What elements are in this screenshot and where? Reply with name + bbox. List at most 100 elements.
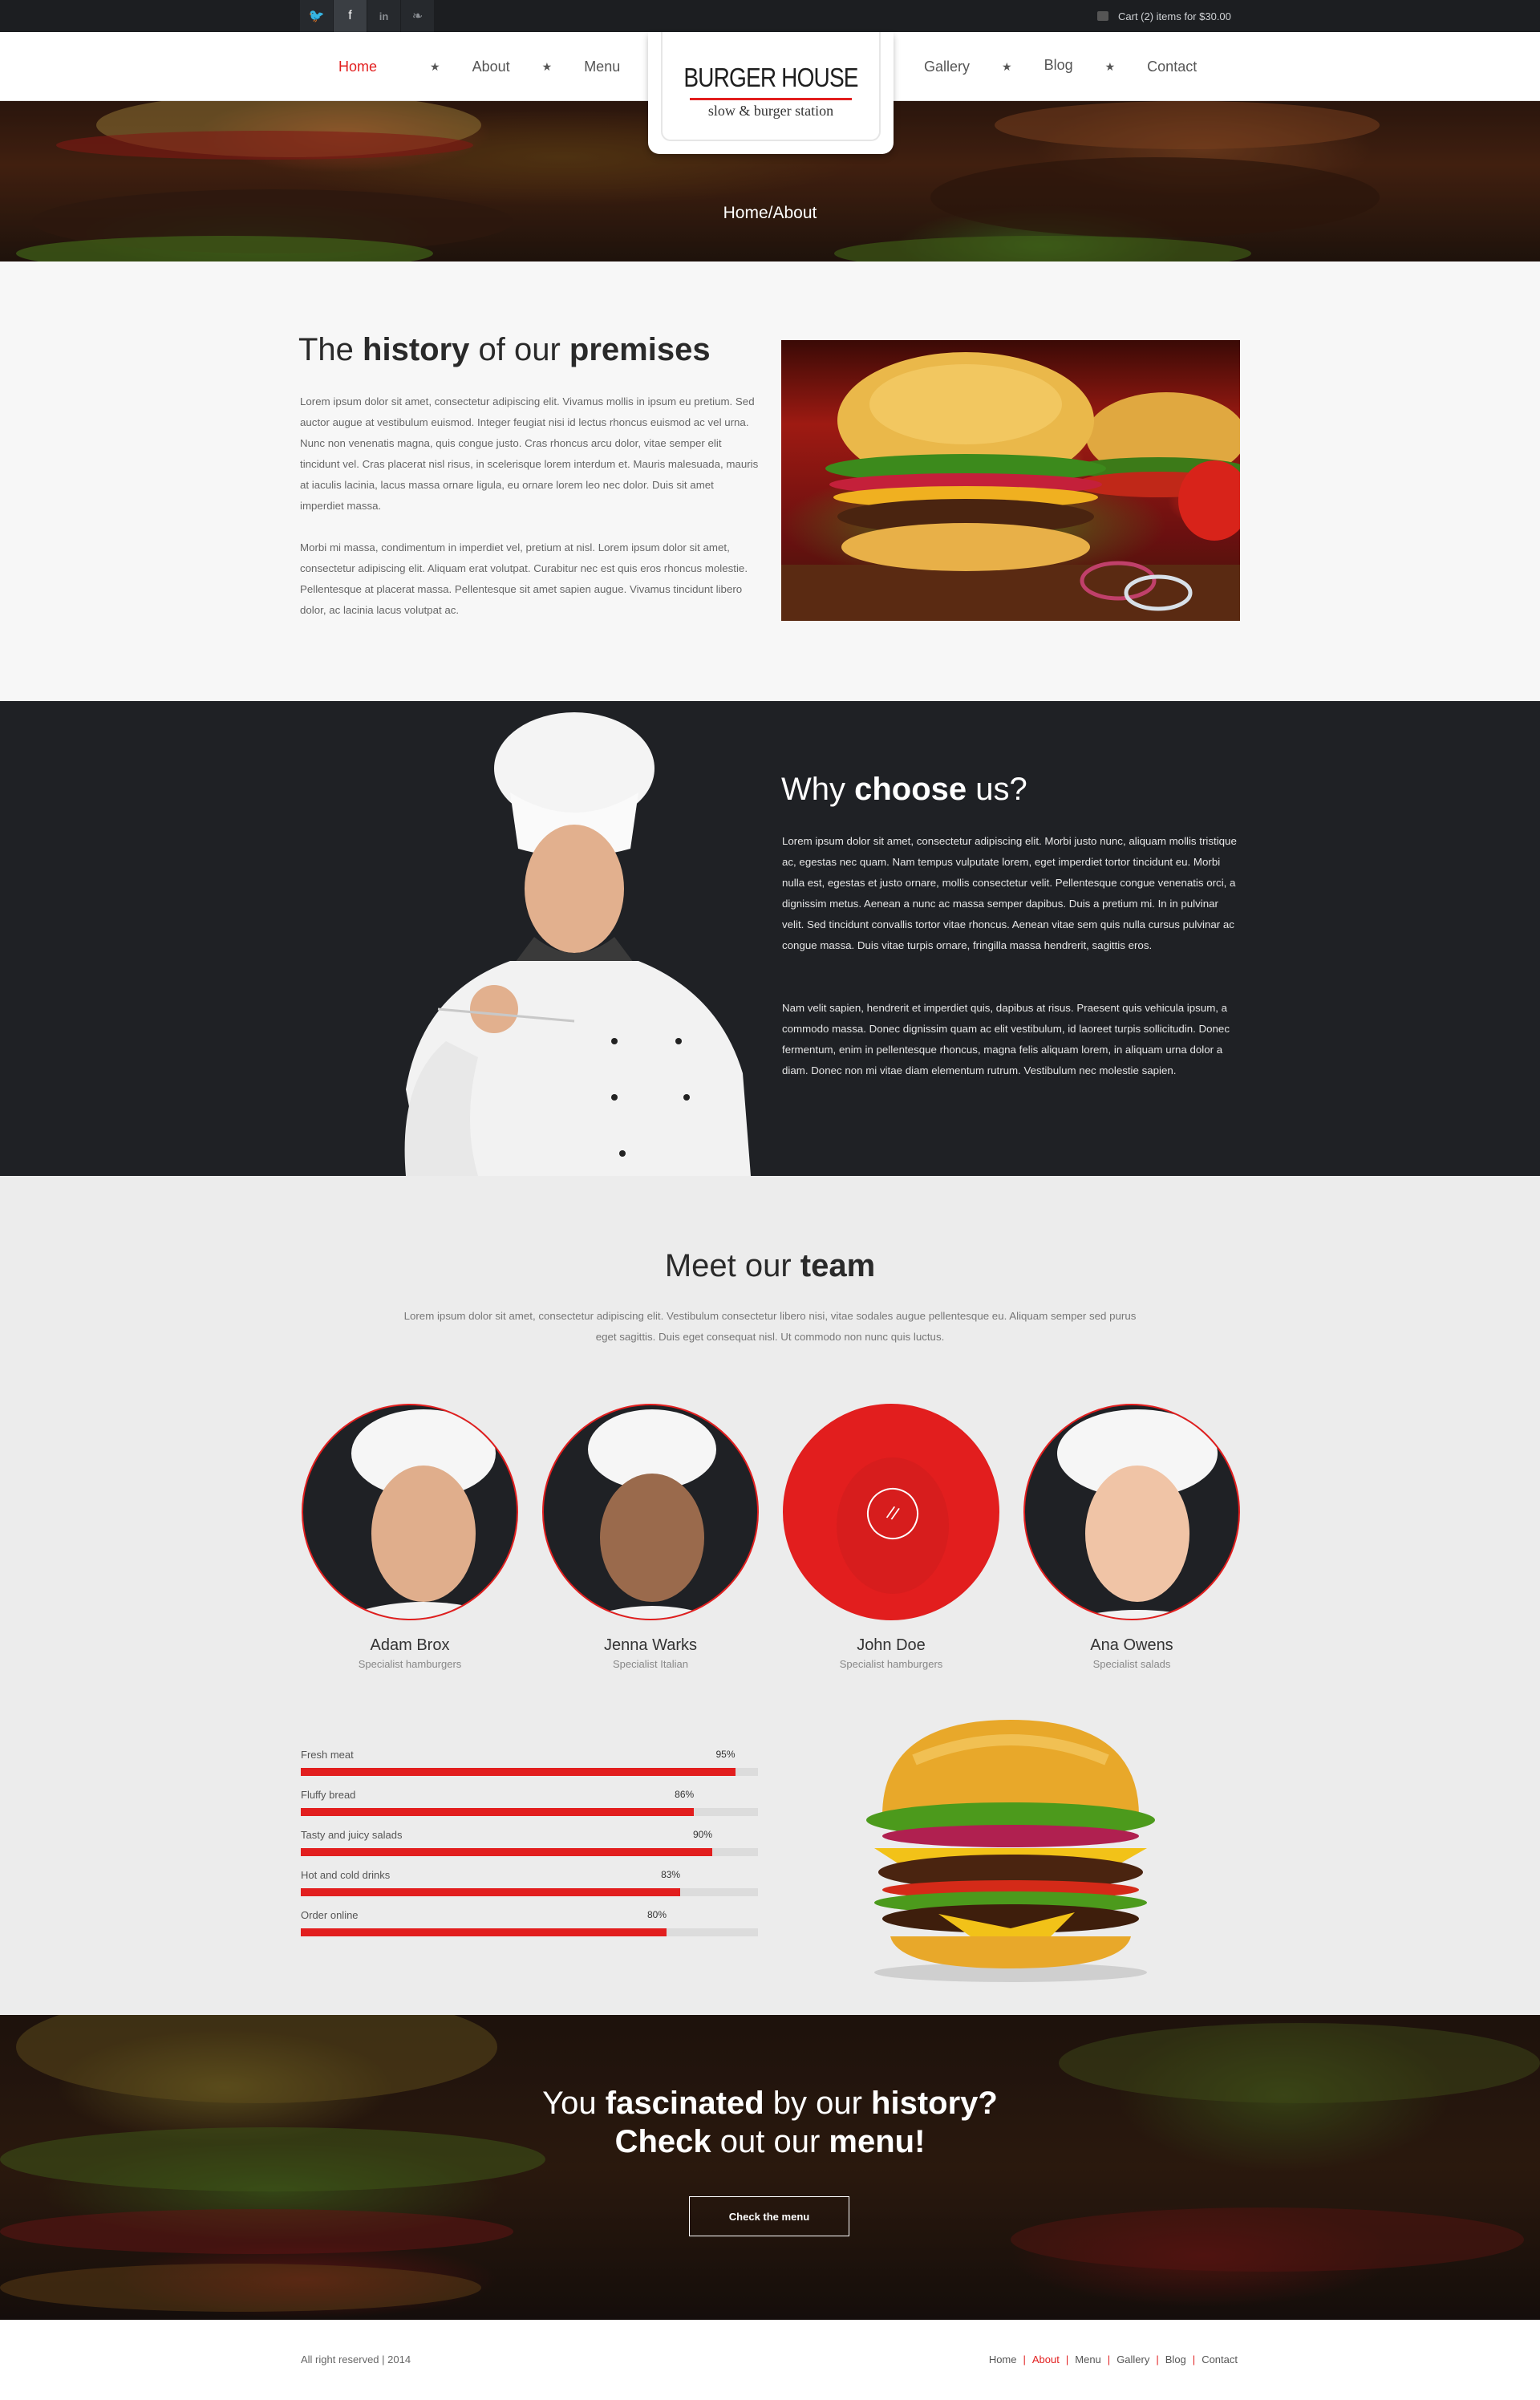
history-heading: The history of our premises [298,332,711,368]
skill-percent: 95% [715,1749,736,1760]
history-paragraph-2: Morbi mi massa, condimentum in imperdiet… [300,541,748,616]
cart-icon [1097,11,1108,21]
cta-background-image [0,2015,1540,2320]
copyright: All right reserved | 2014 [301,2353,411,2366]
logo-subtitle: slow & burger station [707,103,834,119]
logo[interactable]: BURGER HOUSE slow & burger station [648,32,894,154]
skill-track [301,1768,758,1776]
skill-fill [301,1768,736,1776]
skill-bar: Fluffy bread 86% [301,1789,758,1821]
footer-link-about[interactable]: About [1032,2353,1060,2366]
team-section [0,1176,1540,2015]
skill-bar: Tasty and juicy salads 90% [301,1829,758,1861]
skill-bar: Hot and cold drinks 83% [301,1869,758,1901]
footer-link-menu[interactable]: Menu [1075,2353,1101,2366]
chef-photo [374,704,757,1176]
skill-track [301,1928,758,1936]
skill-fill [301,1888,681,1896]
skill-fill [301,1928,667,1936]
heading-bold: history [363,332,470,367]
member-name: John Doe [857,1636,926,1654]
footer-link-home[interactable]: Home [989,2353,1017,2366]
nav-menu[interactable]: Menu [584,59,620,75]
team-member-card[interactable]: Adam Brox Specialist hamburgers [302,1404,518,1670]
team-member-card[interactable]: Ana Owens Specialist salads [1023,1404,1240,1670]
evernote-icon[interactable]: ❧ [401,0,434,32]
footer-link-blog[interactable]: Blog [1165,2353,1186,2366]
heading-part: Why [781,772,855,807]
footer-separator: | [1107,2353,1111,2366]
why-paragraph-2: Nam velit sapien, hendrerit et imperdiet… [782,1002,1230,1076]
cta-bold: Check [614,2124,711,2159]
skill-track [301,1888,758,1896]
twitter-icon[interactable]: 🐦 [300,0,333,32]
skill-fill [301,1808,695,1816]
nav-separator: ★ [1104,59,1116,73]
skill-label: Hot and cold drinks [301,1869,391,1881]
skill-bar: Fresh meat 95% [301,1749,758,1781]
burgers-photo [781,340,1240,621]
cta-bold: fascinated [605,2086,764,2121]
burger-photo [850,1712,1171,1984]
skill-track [301,1848,758,1856]
heading-bold: premises [569,332,711,367]
heading-part: The [298,332,363,367]
skill-label: Fluffy bread [301,1789,356,1801]
top-bar: 🐦 f in ❧ Cart (2) items for $30.00 [0,0,1540,32]
nav-separator: ★ [1002,59,1012,73]
nav-contact[interactable]: Contact [1147,59,1197,75]
skill-label: Order online [301,1909,359,1921]
nav-blog[interactable]: Blog [1044,57,1073,74]
facebook-icon[interactable]: f [334,0,367,32]
avatar[interactable] [302,1404,518,1620]
footer-separator: | [1192,2353,1196,2366]
nav-home[interactable]: Home [338,59,377,75]
footer [0,2320,1540,2400]
skill-label: Tasty and juicy salads [301,1829,403,1841]
nav-separator: ★ [430,59,440,73]
member-role: Specialist salads [1092,1658,1171,1670]
cta-part: by our [764,2086,872,2121]
avatar[interactable] [542,1404,759,1620]
social-links: 🐦 f in ❧ [300,0,435,32]
cta-part: out our [711,2124,829,2159]
why-heading: Why choose us? [781,772,1027,808]
team-member-card[interactable]: Jenna Warks Specialist Italian [542,1404,759,1670]
nav-separator: ★ [541,59,553,73]
breadcrumb: Home/About [723,204,817,222]
check-menu-button[interactable]: Check the menu [689,2196,849,2236]
heading-bold: choose [854,772,967,807]
member-role: Specialist hamburgers [358,1658,462,1670]
footer-separator: | [1023,2353,1026,2366]
footer-link-contact[interactable]: Contact [1202,2353,1238,2366]
nav-right: Gallery ★ Blog ★ Contact [924,32,1197,101]
skill-percent: 83% [661,1869,681,1880]
team-heading: Meet our team [0,1248,1540,1284]
linkedin-icon[interactable]: in [367,0,400,32]
team-member-card[interactable]: // John Doe Specialist hamburgers [783,1404,999,1670]
nav-about[interactable]: About [472,59,510,75]
member-name: Jenna Warks [604,1636,697,1654]
avatar[interactable] [1023,1404,1240,1620]
cta-line-2: Check out our menu! [0,2124,1540,2160]
nav-left: Home ★ About ★ Menu [338,32,620,101]
cart-text: Cart (2) items for $30.00 [1118,10,1231,22]
skill-label: Fresh meat [301,1749,354,1761]
member-role: Specialist hamburgers [839,1658,943,1670]
skill-percent: 80% [646,1909,667,1920]
avatar[interactable]: // [783,1404,999,1620]
cart-link[interactable]: Cart (2) items for $30.00 [1097,0,1231,32]
logo-underline [690,98,852,100]
member-name: Ana Owens [1090,1636,1173,1654]
heading-bold: team [800,1248,876,1283]
footer-link-gallery[interactable]: Gallery [1116,2353,1149,2366]
history-section [0,261,1540,701]
cta-burger-photo [0,2015,1540,2320]
member-role: Specialist Italian [613,1658,688,1670]
footer-separator: | [1156,2353,1159,2366]
skill-percent: 90% [692,1829,712,1840]
why-section [0,701,1540,1176]
cta-part: You [542,2086,606,2121]
nav-gallery[interactable]: Gallery [924,59,970,75]
cta-bold: history? [871,2086,998,2121]
